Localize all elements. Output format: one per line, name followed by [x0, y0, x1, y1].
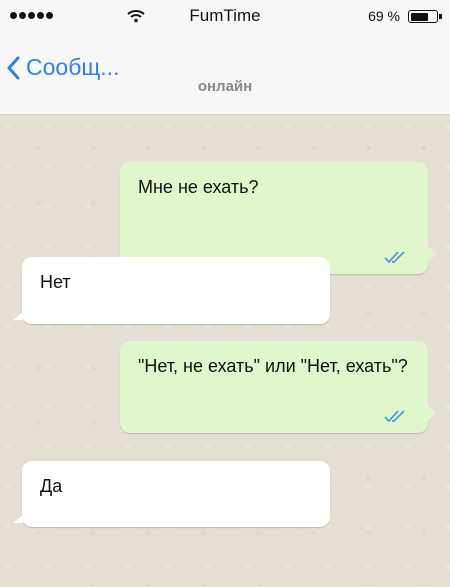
battery-level: [410, 12, 428, 21]
message-list[interactable]: Мне не ехать? Нет "Нет, не ехать" или "Н…: [0, 115, 450, 587]
message-text: Мне не ехать?: [138, 177, 259, 197]
message-text: Да: [40, 476, 63, 496]
double-check-icon: [384, 410, 405, 423]
chevron-left-icon: [7, 56, 20, 79]
message-text: Нет: [40, 272, 71, 292]
incoming-message[interactable]: Да: [13, 461, 330, 527]
battery-icon: [408, 10, 442, 23]
outgoing-message[interactable]: "Нет, не ехать" или "Нет, ехать"?: [120, 341, 437, 433]
battery-percent: 69 %: [368, 8, 400, 24]
incoming-message[interactable]: Нет: [13, 257, 330, 324]
status-bar: FumTime 69 %: [0, 0, 450, 36]
double-check-icon: [384, 251, 405, 264]
message-text: "Нет, не ехать" или "Нет, ехать"?: [138, 356, 408, 376]
back-label: Сообщ...: [26, 54, 120, 80]
back-button[interactable]: Сообщ...: [6, 54, 119, 81]
contact-status: онлайн: [197, 78, 253, 95]
chat-header: Сообщ... онлайн: [0, 36, 450, 115]
